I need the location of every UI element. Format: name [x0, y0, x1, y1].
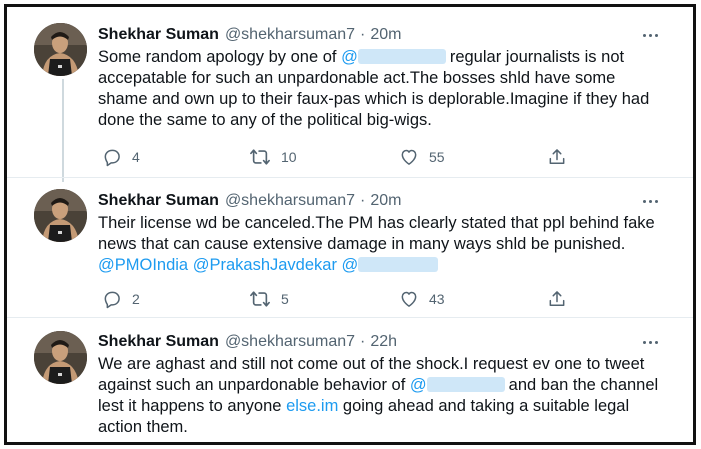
author-handle[interactable]: @shekharsuman7 — [225, 333, 355, 351]
tweet[interactable]: Shekhar Suman @shekharsuman7 · 22h We ar… — [7, 317, 693, 442]
redacted-mention — [357, 49, 446, 64]
tweet-text: We are aghast and still not come out of … — [98, 354, 663, 438]
tweet-header: Shekhar Suman @shekharsuman7 · 22h — [98, 331, 397, 353]
more-options-icon[interactable] — [639, 190, 661, 212]
timestamp[interactable]: 20m — [370, 192, 401, 210]
redacted-mention-prefix[interactable]: @ — [341, 48, 358, 66]
timestamp[interactable]: 20m — [370, 26, 401, 44]
like-count: 55 — [429, 149, 445, 165]
avatar[interactable] — [34, 331, 87, 384]
tweet-text-part: Some random apology by one of — [98, 48, 342, 66]
redacted-mention — [358, 257, 439, 272]
avatar[interactable] — [34, 23, 87, 76]
author-name[interactable]: Shekhar Suman — [98, 333, 219, 351]
mention-link[interactable]: @PrakashJavdekar — [193, 256, 337, 274]
reply-icon — [104, 149, 120, 167]
retweet-icon — [250, 291, 270, 307]
like-button[interactable]: 43 — [399, 287, 445, 311]
reply-count: 4 — [132, 149, 140, 165]
thread-connector-line — [62, 79, 64, 182]
share-icon — [549, 149, 565, 164]
tweet[interactable]: Shekhar Suman @shekharsuman7 · 20m Their… — [7, 177, 693, 317]
like-icon — [401, 149, 417, 165]
avatar-image — [34, 189, 87, 242]
like-icon — [401, 291, 417, 307]
redacted-mention — [426, 377, 505, 392]
separator: · — [360, 192, 366, 209]
tweet-text: Some random apology by one of @ regular j… — [98, 47, 663, 131]
like-button[interactable]: 55 — [399, 145, 445, 169]
share-icon — [549, 291, 565, 306]
author-handle[interactable]: @shekharsuman7 — [225, 26, 355, 44]
author-handle[interactable]: @shekharsuman7 — [225, 192, 355, 210]
tweet-actions: 2 5 43 — [98, 287, 578, 311]
retweet-icon — [250, 149, 270, 165]
reply-count: 2 — [132, 291, 140, 307]
retweet-button[interactable]: 5 — [249, 287, 289, 311]
tweet-actions: 4 10 55 — [98, 145, 578, 169]
author-name[interactable]: Shekhar Suman — [98, 26, 219, 44]
mention-link[interactable]: @PMOIndia — [98, 256, 188, 274]
tweet-thread-screenshot: Shekhar Suman @shekharsuman7 · 20m Some … — [4, 4, 696, 445]
separator: · — [360, 333, 366, 350]
avatar-image — [34, 23, 87, 76]
tweet-header: Shekhar Suman @shekharsuman7 · 20m — [98, 24, 401, 46]
tweet-text-part: Their license wd be canceled.The PM has … — [98, 214, 655, 253]
retweet-count: 5 — [281, 291, 289, 307]
retweet-count: 10 — [281, 149, 297, 165]
share-button[interactable] — [547, 287, 567, 311]
link[interactable]: else.im — [286, 397, 338, 415]
like-count: 43 — [429, 291, 445, 307]
tweet[interactable]: Shekhar Suman @shekharsuman7 · 20m Some … — [7, 7, 693, 182]
separator: · — [360, 26, 366, 43]
more-options-icon[interactable] — [639, 24, 661, 46]
more-options-icon[interactable] — [639, 331, 661, 353]
retweet-button[interactable]: 10 — [249, 145, 297, 169]
redacted-mention-prefix[interactable]: @ — [342, 256, 359, 274]
avatar-image — [34, 331, 87, 384]
timestamp[interactable]: 22h — [370, 333, 397, 351]
author-name[interactable]: Shekhar Suman — [98, 192, 219, 210]
share-button[interactable] — [547, 145, 567, 169]
reply-icon — [104, 291, 120, 309]
avatar[interactable] — [34, 189, 87, 242]
redacted-mention-prefix[interactable]: @ — [410, 376, 427, 394]
reply-button[interactable]: 4 — [102, 145, 140, 169]
tweet-text: Their license wd be canceled.The PM has … — [98, 213, 663, 276]
tweet-header: Shekhar Suman @shekharsuman7 · 20m — [98, 190, 401, 212]
reply-button[interactable]: 2 — [102, 287, 140, 311]
